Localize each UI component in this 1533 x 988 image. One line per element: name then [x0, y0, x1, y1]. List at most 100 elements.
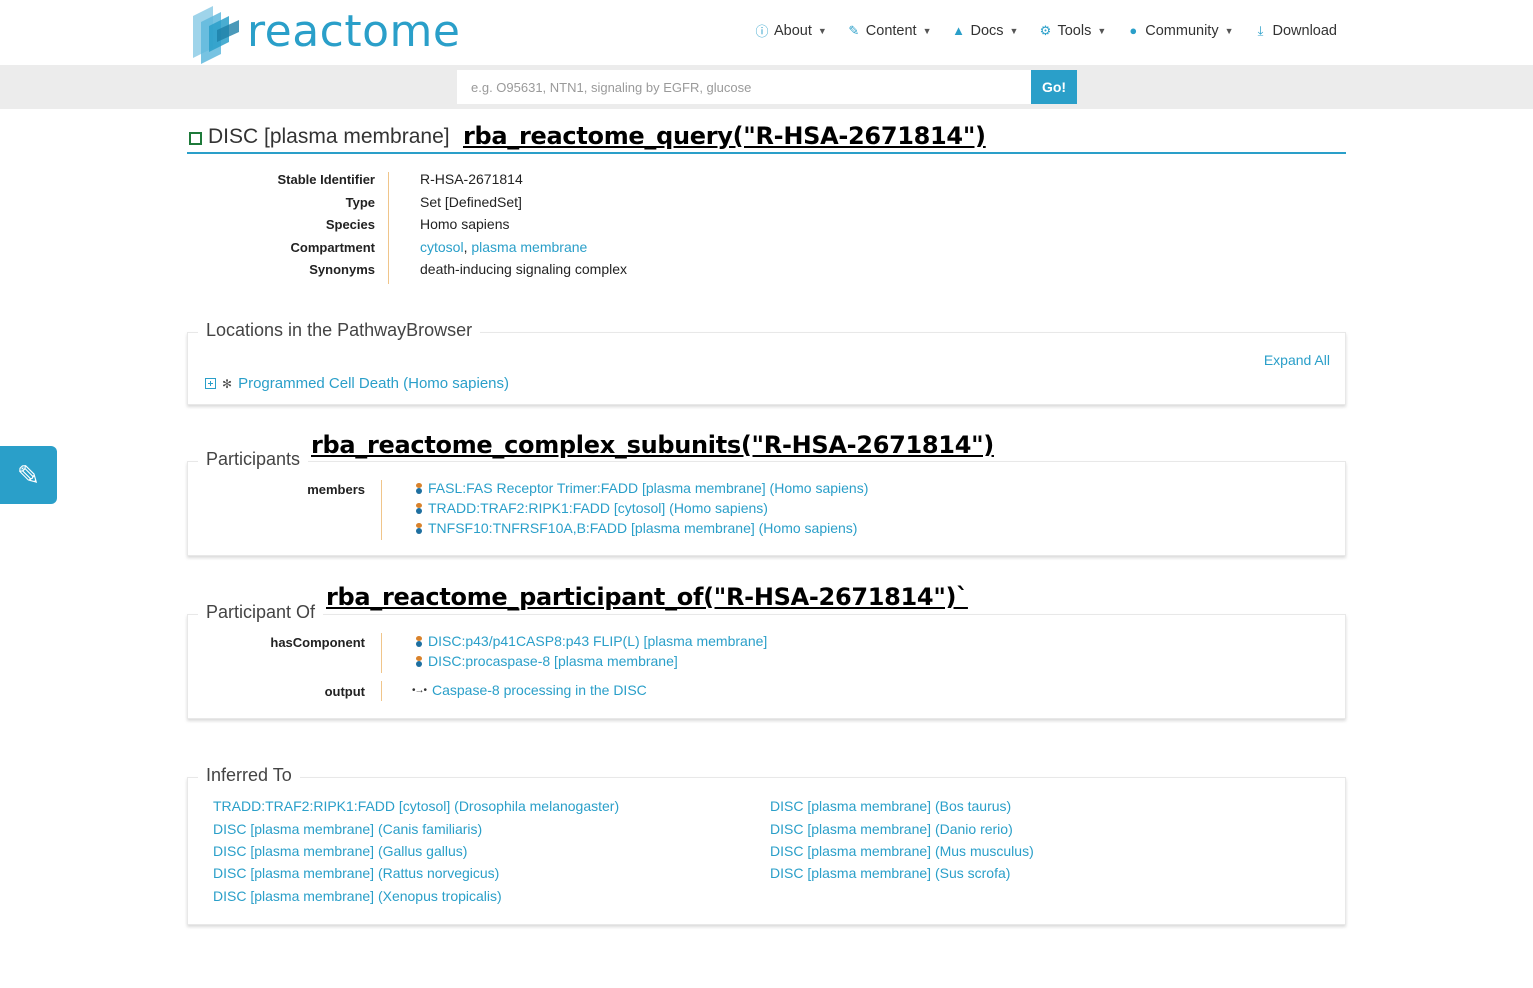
has-component-divider: [381, 633, 382, 673]
annotation-subunits: rba_reactome_complex_subunits("R-HSA-267…: [311, 431, 994, 459]
graduation-cap-icon: ▲: [952, 23, 965, 38]
synonyms-value: death-inducing signaling complex: [420, 261, 628, 277]
has-component-item: DISC:procaspase-8 [plasma membrane]: [416, 653, 678, 669]
inferred-link[interactable]: DISC [plasma membrane] (Gallus gallus): [213, 843, 467, 859]
detail-row-stable-id: Stable Identifier R-HSA-2671814: [187, 170, 787, 193]
species-label: Species: [325, 217, 375, 232]
members-divider: [381, 480, 382, 540]
type-label: Type: [345, 194, 375, 210]
compartment-link-plasma-membrane[interactable]: plasma membrane: [471, 239, 587, 255]
expand-all-link[interactable]: Expand All: [1264, 352, 1330, 368]
page-title: DISC [plasma membrane]: [208, 125, 450, 148]
defined-set-icon: [189, 132, 202, 145]
annotation-query: rba_reactome_query("R-HSA-2671814"): [463, 122, 986, 150]
nav-about[interactable]: ⓘ About ▼: [755, 21, 827, 40]
main-nav: ⓘ About ▼ ✎ Content ▼ ▲ Docs ▼ ⚙ Tools ▼…: [755, 21, 1337, 40]
member-link[interactable]: FASL:FAS Receptor Trimer:FADD [plasma me…: [428, 480, 868, 496]
stable-id-value: R-HSA-2671814: [420, 171, 523, 187]
logo-wordmark: reactome: [247, 6, 461, 57]
compartment-separator: ,: [463, 238, 468, 255]
users-icon: ●: [1129, 23, 1138, 38]
detail-row-synonyms: Synonyms death-inducing signaling comple…: [187, 260, 787, 283]
reactome-logo[interactable]: reactome: [187, 2, 461, 64]
species-value: Homo sapiens: [420, 216, 510, 232]
has-component-link[interactable]: DISC:p43/p41CASP8:p43 FLIP(L) [plasma me…: [428, 633, 767, 649]
nav-tools[interactable]: ⚙ Tools ▼: [1038, 22, 1107, 39]
participants-panel-title: Participants: [198, 449, 309, 470]
nav-community[interactable]: ● Community ▼: [1126, 23, 1233, 39]
nav-content-label: Content: [865, 22, 917, 39]
has-component-label: hasComponent: [270, 635, 365, 650]
expand-tree-icon[interactable]: [205, 378, 216, 389]
search-input[interactable]: [457, 70, 1031, 104]
complex-icon: [416, 502, 422, 514]
search-go-button[interactable]: Go!: [1031, 70, 1077, 104]
participant-of-panel: Participant Of hasComponent DISC:p43/p41…: [187, 602, 1346, 719]
inferred-link[interactable]: DISC [plasma membrane] (Danio rerio): [770, 821, 1013, 837]
nav-tools-label: Tools: [1057, 22, 1092, 39]
output-item: •→• Caspase-8 processing in the DISC: [412, 682, 647, 698]
quote-edit-icon: ✎: [16, 459, 41, 491]
info-circle-icon: ⓘ: [755, 24, 769, 39]
complex-icon: [416, 522, 422, 534]
detail-row-type: Type Set [DefinedSet]: [187, 193, 787, 216]
inferred-link[interactable]: DISC [plasma membrane] (Rattus norvegicu…: [213, 865, 499, 881]
compartment-label: Compartment: [290, 239, 375, 255]
chevron-down-icon: ▼: [1097, 25, 1107, 36]
site-header: reactome ⓘ About ▼ ✎ Content ▼ ▲ Docs ▼ …: [0, 0, 1533, 65]
reaction-icon: •→•: [412, 684, 427, 696]
complex-icon: [416, 482, 422, 494]
chevron-down-icon: ▼: [817, 25, 827, 36]
pathway-icon: ✻: [222, 376, 233, 391]
output-label: output: [324, 684, 365, 699]
compartment-value: cytosol, plasma membrane: [420, 239, 587, 255]
chevron-down-icon: ▼: [1009, 25, 1019, 36]
chevron-down-icon: ▼: [922, 25, 932, 36]
locations-panel-title: Locations in the PathwayBrowser: [198, 320, 481, 341]
entity-details: Stable Identifier R-HSA-2671814 Type Set…: [187, 170, 787, 284]
inferred-link[interactable]: DISC [plasma membrane] (Canis familiaris…: [213, 821, 482, 837]
nav-content[interactable]: ✎ Content ▼: [847, 22, 932, 39]
member-link[interactable]: TRADD:TRAF2:RIPK1:FADD [cytosol] (Homo s…: [428, 500, 768, 516]
logo-mark-icon: [193, 6, 239, 64]
nav-docs[interactable]: ▲ Docs ▼: [952, 22, 1019, 39]
output-divider: [381, 681, 382, 701]
nav-download-label: Download: [1272, 22, 1338, 39]
member-item: TNFSF10:TNFRSF10A,B:FADD [plasma membran…: [416, 520, 857, 536]
inferred-link[interactable]: TRADD:TRAF2:RIPK1:FADD [cytosol] (Drosop…: [213, 798, 619, 814]
locations-panel: Locations in the PathwayBrowser Expand A…: [187, 320, 1346, 405]
nav-download[interactable]: ⤓ Download: [1254, 22, 1338, 39]
complex-icon: [416, 635, 422, 647]
detail-row-compartment: Compartment cytosol, plasma membrane: [187, 238, 787, 261]
complex-icon: [416, 655, 422, 667]
has-component-item: DISC:p43/p41CASP8:p43 FLIP(L) [plasma me…: [416, 633, 767, 649]
pathway-link-programmed-cell-death[interactable]: Programmed Cell Death (Homo sapiens): [238, 375, 509, 392]
annotation-participant-of: rba_reactome_participant_of("R-HSA-26718…: [326, 583, 968, 611]
inferred-link[interactable]: DISC [plasma membrane] (Sus scrofa): [770, 865, 1010, 881]
pathway-tree-row: ✻ Programmed Cell Death (Homo sapiens): [205, 375, 509, 392]
output-reaction-link[interactable]: Caspase-8 processing in the DISC: [432, 682, 647, 698]
has-component-link[interactable]: DISC:procaspase-8 [plasma membrane]: [428, 653, 678, 669]
cogs-icon: ⚙: [1039, 22, 1052, 38]
inferred-to-panel-title: Inferred To: [198, 765, 300, 786]
nav-community-label: Community: [1145, 22, 1219, 39]
inferred-link[interactable]: DISC [plasma membrane] (Xenopus tropical…: [213, 888, 502, 904]
edit-icon: ✎: [848, 22, 860, 38]
search-bar: Go!: [0, 65, 1533, 109]
stable-id-label: Stable Identifier: [277, 172, 375, 187]
type-value: Set [DefinedSet]: [420, 193, 522, 210]
inferred-link[interactable]: DISC [plasma membrane] (Mus musculus): [770, 843, 1034, 859]
inferred-link[interactable]: DISC [plasma membrane] (Bos taurus): [770, 798, 1011, 814]
members-label: members: [307, 482, 365, 497]
synonyms-label: Synonyms: [309, 262, 375, 277]
compartment-link-cytosol[interactable]: cytosol: [420, 239, 464, 255]
feedback-tab[interactable]: ✎: [0, 446, 57, 504]
member-link[interactable]: TNFSF10:TNFRSF10A,B:FADD [plasma membran…: [428, 520, 857, 536]
participants-panel: Participants members FASL:FAS Receptor T…: [187, 449, 1346, 556]
nav-docs-label: Docs: [970, 22, 1004, 39]
detail-row-species: Species Homo sapiens: [187, 215, 787, 238]
download-icon: ⤓: [1257, 22, 1264, 38]
inferred-to-panel: Inferred To TRADD:TRAF2:RIPK1:FADD [cyto…: [187, 765, 1346, 925]
member-item: FASL:FAS Receptor Trimer:FADD [plasma me…: [416, 480, 868, 496]
participant-of-panel-title: Participant Of: [198, 602, 324, 623]
